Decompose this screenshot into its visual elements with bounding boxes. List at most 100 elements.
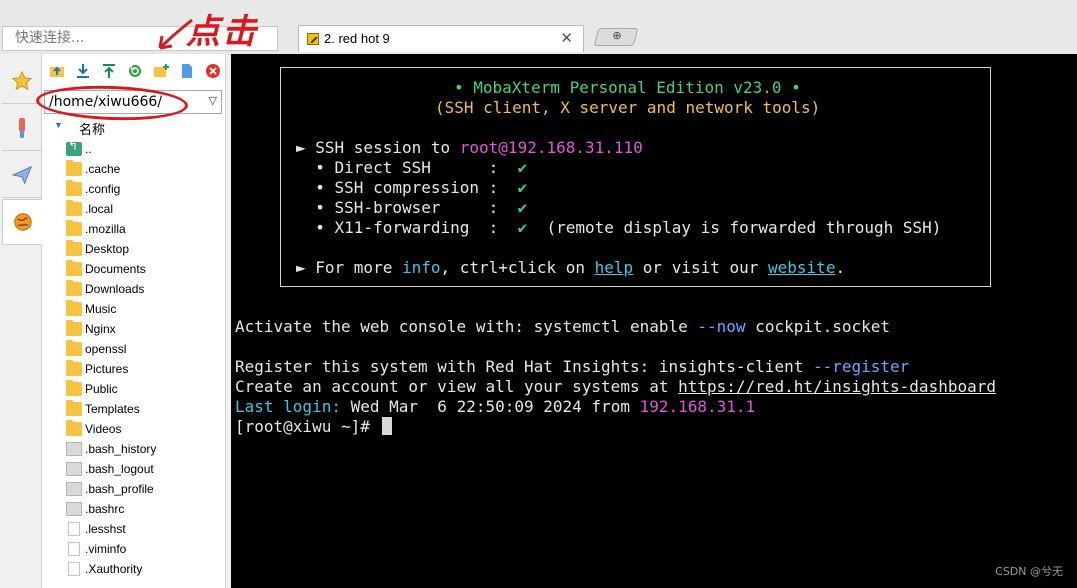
file-list-item[interactable]: Desktop <box>66 239 226 259</box>
chevron-down-icon[interactable]: ▽ <box>209 94 217 107</box>
cockpit-flag: --now <box>697 317 746 336</box>
paper-plane-icon <box>11 165 32 184</box>
insights-dashboard-link[interactable]: https://red.ht/insights-dashboard <box>678 377 996 396</box>
check-icon: ✔ <box>517 178 528 197</box>
feature-label: • Direct SSH : <box>296 158 518 177</box>
tools-icon <box>19 117 25 138</box>
feature-label: • X11-forwarding : <box>296 218 518 237</box>
file-list-item[interactable]: Public <box>66 379 226 399</box>
check-icon: ✔ <box>517 218 528 237</box>
prompt-line[interactable]: [root@xiwu ~]# <box>235 417 392 437</box>
file-icon <box>66 442 82 456</box>
parent-folder-icon[interactable] <box>48 62 66 80</box>
file-list-item[interactable]: Pictures <box>66 359 226 379</box>
file-name: Videos <box>85 422 122 436</box>
file-list-item[interactable]: .. <box>66 139 226 159</box>
new-folder-icon[interactable] <box>152 62 170 80</box>
star-icon <box>11 70 33 90</box>
tools-button[interactable] <box>2 105 42 151</box>
file-list-item[interactable]: .local <box>66 199 226 219</box>
file-list-item[interactable]: .bashrc <box>66 499 226 519</box>
file-list-item[interactable]: .viminfo <box>66 539 226 559</box>
last-login-line: Last login: Wed Mar 6 22:50:09 2024 from… <box>235 397 755 417</box>
sftp-browser-button[interactable] <box>2 199 42 245</box>
info-link[interactable]: info <box>402 258 441 277</box>
file-name: .config <box>85 182 121 196</box>
file-icon <box>68 562 80 576</box>
cockpit-line: Activate the web console with: systemctl… <box>235 317 890 337</box>
feature-note: (remote display is forwarded through SSH… <box>527 218 942 237</box>
website-link[interactable]: website <box>768 258 835 277</box>
file-icon <box>66 462 82 476</box>
session-prefix: ► SSH session to <box>296 138 460 157</box>
download-icon[interactable] <box>74 62 92 80</box>
folder-icon <box>66 360 82 376</box>
terminal[interactable]: • MobaXterm Personal Edition v23.0 • (SS… <box>231 54 1077 588</box>
watermark: CSDN @兮无 <box>995 565 1063 578</box>
check-icon: ✔ <box>517 158 528 177</box>
sort-arrow-icon: ▼ <box>54 120 63 130</box>
ssh-session-line: ► SSH session to root@192.168.31.110 <box>296 138 643 158</box>
more-info-line: ► For more info, ctrl+click on help or v… <box>296 258 845 278</box>
file-name: Pictures <box>85 362 129 376</box>
file-list-item[interactable]: Nginx <box>66 319 226 339</box>
insights-line: Register this system with Red Hat Insigh… <box>235 357 909 377</box>
delete-icon[interactable] <box>204 62 222 80</box>
folder-icon <box>66 300 82 316</box>
folder-icon <box>66 280 82 296</box>
file-list-item[interactable]: .cache <box>66 159 226 179</box>
folder-icon <box>66 380 82 396</box>
file-list-item[interactable]: Downloads <box>66 279 226 299</box>
file-list-item[interactable]: .bash_logout <box>66 459 226 479</box>
annotation-text: 点击 <box>186 12 258 52</box>
file-list-item[interactable]: .mozilla <box>66 219 226 239</box>
file-list-item[interactable]: .config <box>66 179 226 199</box>
file-list-item[interactable]: Templates <box>66 399 226 419</box>
upload-icon[interactable] <box>100 62 118 80</box>
file-name: Desktop <box>85 242 130 256</box>
new-tab-icon: ⊕ <box>612 30 622 42</box>
file-list-item[interactable]: .bash_profile <box>66 479 226 499</box>
feature-label: • SSH compression : <box>296 178 518 197</box>
column-name-label: 名称 <box>79 123 106 138</box>
file-name: .bash_history <box>85 442 157 456</box>
macros-button[interactable] <box>2 152 42 198</box>
file-list-item[interactable]: Music <box>66 299 226 319</box>
file-list-item[interactable]: Videos <box>66 419 226 439</box>
folder-icon <box>66 400 82 416</box>
account-line: Create an account or view all your syste… <box>235 377 996 397</box>
tab-red-hot-9[interactable]: 2. red hot 9 ✕ <box>298 25 584 52</box>
file-name: Music <box>85 302 117 316</box>
check-icon: ✔ <box>517 198 528 217</box>
refresh-icon[interactable] <box>126 62 144 80</box>
column-header[interactable]: ▼ 名称 <box>42 118 224 138</box>
help-link[interactable]: help <box>595 258 634 277</box>
feature-ssh-compression: • SSH compression : ✔ <box>296 178 527 198</box>
file-list-item[interactable]: openssl <box>66 339 226 359</box>
file-list-item[interactable]: .lesshst <box>66 519 226 539</box>
cockpit-prefix: Activate the web console with: systemctl… <box>235 317 698 336</box>
new-file-icon[interactable] <box>178 62 196 80</box>
file-name: Documents <box>85 262 146 276</box>
shell-prompt: [root@xiwu ~]# <box>235 417 380 436</box>
feature-x11-forwarding: • X11-forwarding : ✔ (remote display is … <box>296 218 941 238</box>
more-mid: , ctrl+click on <box>440 258 595 277</box>
new-tab-button[interactable]: ⊕ <box>593 28 639 46</box>
file-name: .cache <box>85 162 121 176</box>
file-name: .mozilla <box>85 222 126 236</box>
insights-prefix: Register this system with Red Hat Insigh… <box>235 357 813 376</box>
file-list-item[interactable]: Documents <box>66 259 226 279</box>
file-list-item[interactable]: .Xauthority <box>66 559 226 579</box>
file-name: .lesshst <box>85 522 126 536</box>
folder-icon <box>66 200 82 216</box>
file-name: .bash_logout <box>85 462 154 476</box>
folder-icon <box>66 340 82 356</box>
file-icon <box>68 522 80 536</box>
file-name: .bashrc <box>85 502 125 516</box>
globe-icon <box>13 213 32 231</box>
sftp-panel: /home/xiwu666/ ▽ ▼ 名称 ...cache.config.lo… <box>42 54 226 588</box>
file-list-item[interactable]: .bash_history <box>66 439 226 459</box>
close-tab-icon[interactable]: ✕ <box>560 29 573 47</box>
file-name: Nginx <box>85 322 116 336</box>
annotation-arrow <box>158 18 193 50</box>
